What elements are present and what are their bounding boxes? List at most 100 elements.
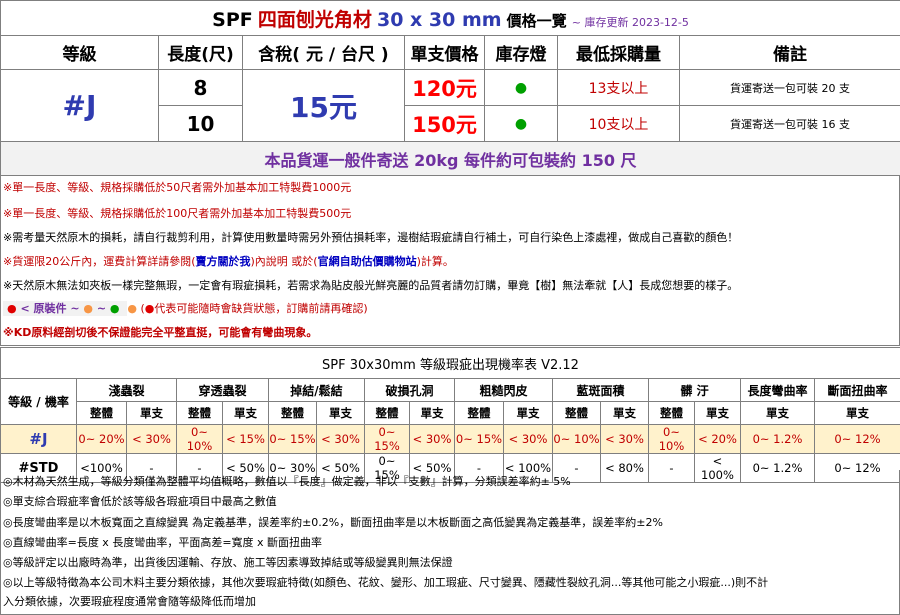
- remark-cell: 貨運寄送一包可裝 16 支: [678, 105, 900, 142]
- group-header: 粗糙閃皮: [454, 378, 553, 402]
- method-note: ◎直線彎曲率=長度 x 長度彎曲率，平面高差=寬度 x 斷面扭曲率: [3, 536, 323, 549]
- rate-cell: < 30%: [503, 424, 553, 454]
- group-header: 淺蟲裂: [76, 378, 177, 402]
- sub-header-single: 單支: [503, 401, 553, 425]
- group-header: 破損孔洞: [364, 378, 455, 402]
- stock-legend: ● < 原裝件 ~ ● ~ ● ● (●代表可能隨時會缺貨狀態，訂購前請再確認): [3, 301, 368, 316]
- grading-method-notes: ◎木材為天然生成，等級分類僅為整體平均值概略，數值以『長度』做定義，非以『支數』…: [0, 470, 900, 615]
- header-grade: 等級: [0, 35, 159, 70]
- unit-price-cell: 150元: [404, 105, 485, 142]
- note-wastage: ※需考量天然原木的損耗，請自行裁剪利用，計算使用數量時需另外預估損耗率，邊樹結瑕…: [3, 231, 739, 244]
- sub-header-single: 單支: [740, 401, 815, 425]
- table-row: #J 8 15元 120元 ● 13支以上 貨運寄送一包可裝 20 支: [0, 69, 900, 142]
- about-seller-link[interactable]: 賣方關於我: [196, 255, 251, 268]
- stock-light-icon: ●: [484, 105, 558, 142]
- legend-green-dot-icon: ●: [109, 302, 120, 315]
- sub-header-whole: 整體: [76, 401, 127, 425]
- group-header: 掉結/鬆結: [268, 378, 365, 402]
- rate-cell: 0~ 10%: [552, 424, 601, 454]
- price-sheet: SPF 四面刨光角材 30 x 30 mm 價格一覽 ~ 庫存更新 2023-1…: [0, 0, 900, 615]
- sub-header-single: 單支: [694, 401, 741, 425]
- length-cell: 10: [158, 105, 243, 142]
- rate-cell: 0~ 15%: [268, 424, 317, 454]
- method-note: ◎等級評定以出廠時為準，出貨後因運輸、存放、施工等因素導致掉結或等級變異則無法保…: [3, 556, 453, 569]
- rate-cell: 0~ 10%: [176, 424, 223, 454]
- sub-header-single: 單支: [316, 401, 365, 425]
- note-min-100: ※單一長度、等級、規格採購低於100尺者需外加基本加工特製費500元: [3, 207, 352, 220]
- min-order-cell: 10支以上: [557, 105, 680, 142]
- sub-header-single: 單支: [222, 401, 269, 425]
- note-min-50: ※單一長度、等級、規格採購低於50尺者需外加基本加工特製費1000元: [3, 181, 352, 194]
- header-length: 長度(尺): [158, 35, 243, 70]
- defect-rate-table: SPF 30x30mm 等級瑕疵出現機率表 V2.12 等級 / 機率 淺蟲裂 …: [0, 347, 900, 483]
- self-quote-shop-link[interactable]: 官網自助估價購物站: [318, 255, 417, 268]
- header-unit-price: 單支價格: [404, 35, 485, 70]
- sub-header-whole: 整體: [268, 401, 317, 425]
- rate-cell: 0~ 10%: [648, 424, 695, 454]
- sub-header-single: 單支: [600, 401, 649, 425]
- grade-j-label: #J: [0, 424, 77, 454]
- defect-table-caption: SPF 30x30mm 等級瑕疵出現機率表 V2.12: [0, 347, 900, 379]
- group-header: 斷面扭曲率: [814, 378, 900, 402]
- purchase-notes: ※單一長度、等級、規格採購低於50尺者需外加基本加工特製費1000元 ※單一長度…: [0, 176, 900, 346]
- title-size: 30 x 30 mm: [376, 8, 502, 31]
- rate-cell: 0~ 15%: [454, 424, 504, 454]
- note-natural-wood: ※天然原木無法如夾板一樣完整無瑕，一定會有瑕疵損耗，若需求為貼皮般光鮮亮麗的品質…: [3, 279, 739, 292]
- legend-red-dot-icon: ●: [7, 302, 17, 315]
- header-row: 等級 長度(尺) 含稅( 元 / 台尺 ) 單支價格 庫存燈 最低採購量 備註: [0, 35, 900, 70]
- tax-price-cell: 15元: [242, 69, 405, 142]
- method-note: 入分類依據，次要瑕疵程度通常會隨等級降低而增加: [3, 595, 256, 608]
- rate-cell: 0~ 12%: [814, 424, 900, 454]
- remark-cell: 貨運寄送一包可裝 20 支: [678, 69, 900, 106]
- header-remark: 備註: [678, 35, 900, 70]
- method-note: ◎木材為天然生成，等級分類僅為整體平均值概略，數值以『長度』做定義，非以『支數』…: [3, 475, 571, 488]
- rate-cell: < 30%: [600, 424, 649, 454]
- sub-header-whole: 整體: [454, 401, 504, 425]
- page-title: SPF 四面刨光角材 30 x 30 mm 價格一覽 ~ 庫存更新 2023-1…: [0, 0, 900, 36]
- grade-cell: #J: [0, 69, 159, 142]
- note-shipping: ※貨運限20公斤內，運費計算詳請參閱(賣方關於我)內說明 或於(官網自助估價購物…: [3, 255, 454, 268]
- header-tax-price: 含稅( 元 / 台尺 ): [242, 35, 405, 70]
- min-order-cell: 13支以上: [557, 69, 680, 106]
- group-header: 長度彎曲率: [740, 378, 815, 402]
- shipping-note: 本品貨運一般件寄送 20kg 每件約可包裝約 150 尺: [0, 141, 900, 176]
- stock-update-date: ~ 庫存更新 2023-12-5: [571, 15, 689, 29]
- group-header: 穿透蟲裂: [176, 378, 269, 402]
- header-min-order: 最低採購量: [557, 35, 680, 70]
- sub-header-single: 單支: [409, 401, 455, 425]
- rate-cell: < 30%: [409, 424, 455, 454]
- rate-cell: < 15%: [222, 424, 269, 454]
- group-header: 髒 汙: [648, 378, 741, 402]
- rate-cell: < 30%: [126, 424, 177, 454]
- title-name: 四面刨光角材: [257, 8, 372, 31]
- rate-cell: < 20%: [694, 424, 741, 454]
- rate-cell: 0~ 15%: [364, 424, 410, 454]
- unit-price-cell: 120元: [404, 69, 485, 106]
- rate-cell: < 30%: [316, 424, 365, 454]
- sub-header-whole: 整體: [648, 401, 695, 425]
- sub-header-whole: 整體: [552, 401, 601, 425]
- defect-corner-header: 等級 / 機率: [0, 378, 77, 425]
- legend-box: ● < 原裝件 ~ ● ~ ●: [3, 301, 128, 316]
- group-header: 藍斑面積: [552, 378, 649, 402]
- method-note: ◎以上等級特徵為本公司木料主要分類依據，其他次要瑕疵特徵(如顏色、花紋、變形、加…: [3, 576, 769, 589]
- sub-header-single: 單支: [814, 401, 900, 425]
- title-suffix: 價格一覽: [506, 11, 567, 30]
- sub-header-single: 單支: [126, 401, 177, 425]
- rate-cell: 0~ 1.2%: [740, 424, 815, 454]
- legend-orange-dot-icon-2: ●: [127, 302, 137, 315]
- header-stock-light: 庫存燈: [484, 35, 558, 70]
- table-row: #J 0~ 20% < 30% 0~ 10% < 15% 0~ 15% < 30…: [0, 424, 900, 454]
- length-cell: 8: [158, 69, 243, 106]
- title-prefix: SPF: [212, 8, 253, 31]
- legend-red-dot-icon-2: ●: [144, 302, 155, 315]
- sub-header-whole: 整體: [176, 401, 223, 425]
- method-note: ◎長度彎曲率是以木板寬面之直線變異 為定義基準，誤差率約±0.2%，斷面扭曲率是…: [3, 516, 663, 529]
- method-note: ◎單支綜合瑕疵率會低於該等級各瑕疵項目中最高之數值: [3, 495, 277, 508]
- rate-cell: 0~ 20%: [76, 424, 127, 454]
- stock-light-icon: ●: [484, 69, 558, 106]
- price-table: SPF 四面刨光角材 30 x 30 mm 價格一覽 ~ 庫存更新 2023-1…: [0, 0, 900, 176]
- sub-header-whole: 整體: [364, 401, 410, 425]
- legend-orange-dot-icon: ●: [83, 302, 94, 315]
- note-kd-warp: ※KD原料經剖切後不保證能完全平整直挺，可能會有彎曲現象。: [3, 326, 318, 339]
